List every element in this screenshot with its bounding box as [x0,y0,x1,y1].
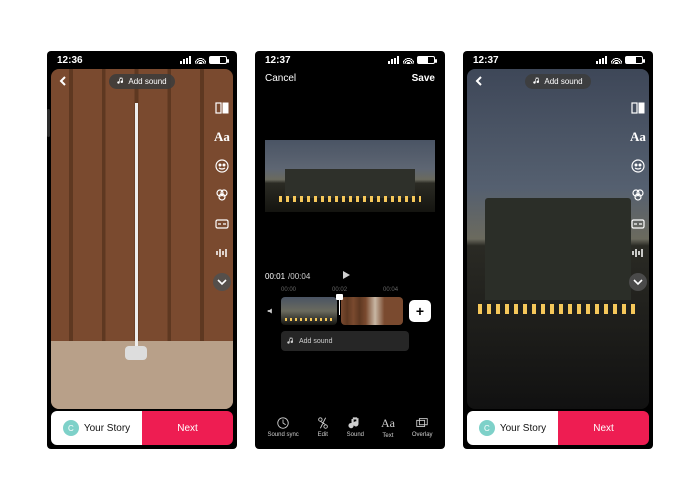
status-indicators [596,56,643,64]
next-label: Next [177,423,198,434]
tab-text[interactable]: Aa Text [381,416,395,439]
video-preview[interactable] [51,69,233,409]
bottom-bar: C Your Story Next [467,411,649,445]
audio-edit-icon[interactable] [629,244,647,262]
add-sound-label: Add sound [544,77,582,86]
status-time: 12:36 [57,55,83,66]
your-story-button[interactable]: C Your Story [467,411,558,445]
back-button[interactable] [471,73,487,89]
status-time: 12:37 [473,55,499,66]
expand-tools-button[interactable] [213,273,231,291]
effects-icon[interactable] [213,186,231,204]
transport-bar: 00:01/00:04 [265,269,435,283]
music-note-icon [533,77,541,85]
editor-tabs: Sound sync Edit Sound Aa Text Overlay [259,409,441,445]
music-note-icon [117,77,125,85]
screen-preview-2: 12:37 Add sound Aa C Your Story [463,51,653,449]
flip-icon[interactable] [629,99,647,117]
your-story-label: Your Story [84,423,130,434]
top-nav: Add sound [55,73,229,89]
add-clip-button[interactable]: + [409,300,431,322]
audio-edit-icon[interactable] [213,244,231,262]
redo-button[interactable] [402,269,414,283]
stickers-icon[interactable] [629,157,647,175]
text-tool-icon[interactable]: Aa [629,128,647,146]
battery-icon [625,56,643,64]
wifi-icon [611,56,622,64]
captions-icon[interactable] [629,215,647,233]
add-sound-pill[interactable]: Add sound [109,74,174,89]
timeline-area: 00:01/00:04 00:00 00:02 00:04 [265,269,435,409]
time-readout: 00:01/00:04 [265,272,310,281]
preview-content [135,103,138,348]
play-button[interactable] [340,269,352,283]
add-sound-label: Add sound [128,77,166,86]
preview-frame [265,140,435,212]
status-indicators [180,56,227,64]
editor-viewport[interactable] [265,91,435,261]
tab-sound[interactable]: Sound [347,416,364,438]
wifi-icon [403,56,414,64]
flip-icon[interactable] [213,99,231,117]
cellular-icon [180,56,192,64]
expand-tools-button[interactable] [629,273,647,291]
status-indicators [388,56,435,64]
add-sound-row[interactable]: Add sound [281,331,409,351]
clip-2[interactable] [341,297,403,325]
music-note-icon [287,337,295,345]
status-bar: 12:36 [47,51,237,69]
cellular-icon [388,56,400,64]
add-sound-pill[interactable]: Add sound [525,74,590,89]
right-toolbar: Aa [629,99,647,291]
fullscreen-button[interactable] [423,269,435,283]
status-bar: 12:37 [255,51,445,69]
undo-button[interactable] [381,269,393,283]
your-story-label: Your Story [500,423,546,434]
captions-icon[interactable] [213,215,231,233]
tab-overlay[interactable]: Overlay [412,416,433,438]
cancel-button[interactable]: Cancel [265,73,296,84]
playhead[interactable] [339,297,340,315]
text-tool-icon[interactable]: Aa [213,128,231,146]
battery-icon [417,56,435,64]
wifi-icon [195,56,206,64]
next-button[interactable]: Next [142,411,233,445]
screen-editor: 12:37 Cancel Save 00:01/00:04 [255,51,445,449]
next-button[interactable]: Next [558,411,649,445]
clip-track: + [265,297,435,325]
status-bar: 12:37 [463,51,653,69]
bottom-bar: C Your Story Next [51,411,233,445]
next-label: Next [593,423,614,434]
track-volume-button[interactable] [265,306,277,316]
volume-rocker [47,109,50,137]
top-nav: Add sound [471,73,645,89]
avatar: C [63,420,79,436]
save-button[interactable]: Save [412,73,435,84]
tab-sound-sync[interactable]: Sound sync [267,416,298,438]
back-button[interactable] [55,73,71,89]
clip-1[interactable] [281,297,337,325]
your-story-button[interactable]: C Your Story [51,411,142,445]
tab-edit[interactable]: Edit [316,416,330,438]
battery-icon [209,56,227,64]
cellular-icon [596,56,608,64]
screen-preview-1: 12:36 Add sound Aa C Your Story [47,51,237,449]
avatar: C [479,420,495,436]
editor-header: Cancel Save [265,73,435,84]
effects-icon[interactable] [629,186,647,204]
video-preview[interactable] [467,69,649,409]
right-toolbar: Aa [213,99,231,291]
timeline-ticks: 00:00 00:02 00:04 [265,287,435,293]
status-time: 12:37 [265,55,291,66]
stickers-icon[interactable] [213,157,231,175]
